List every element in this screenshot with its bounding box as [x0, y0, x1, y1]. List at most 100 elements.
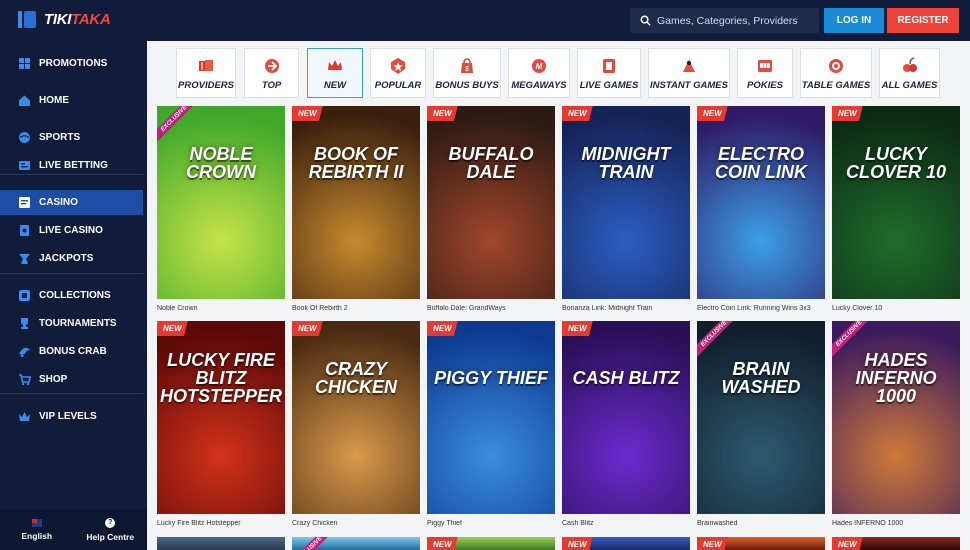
game-card[interactable]: BUFFALO DALE NEW Buffalo Dale: GrandWays [427, 106, 555, 312]
game-name[interactable]: Lucky Fire Blitz Hotstepper [157, 520, 285, 527]
game-name[interactable]: Electro Coin Link: Running Wins 3x3 [697, 305, 825, 312]
game-name[interactable]: Cash Blitz [562, 520, 690, 527]
tab-all-games[interactable]: ALL GAMES [879, 48, 940, 98]
game-art-title: NOBLE CROWN [186, 143, 256, 182]
sidebar-item-home[interactable]: HOME [0, 88, 143, 113]
tab-bonus-buys[interactable]: $ BONUS BUYS [433, 48, 501, 98]
game-thumbnail[interactable]: HADES INFERNO 1000 EXCLUSIVE [832, 321, 960, 514]
game-thumbnail[interactable]: CRAZY CHICKEN NEW [292, 321, 420, 514]
language-selector[interactable]: English [0, 509, 74, 550]
sidebar-item-jackpots[interactable]: JACKPOTS [0, 246, 143, 271]
sidebar-item-vip-levels[interactable]: VIP LEVELS [0, 404, 143, 429]
game-thumbnail[interactable]: BRAIN WASHED EXCLUSIVE [697, 321, 825, 514]
sidebar-item-bonus-crab[interactable]: BONUS CRAB [0, 339, 143, 364]
tab-pokies[interactable]: POKIES [737, 48, 793, 98]
game-thumbnail[interactable]: LUCKY FIRE BLITZ HOTSTEPPER NEW [157, 321, 285, 514]
sidebar-item-label: COLLECTIONS [39, 290, 111, 301]
tab-providers[interactable]: PROVIDERS [176, 48, 236, 98]
game-artwork [157, 537, 285, 550]
game-name[interactable]: Buffalo Dale: GrandWays [427, 305, 555, 312]
sidebar-item-promotions[interactable]: PROMOTIONS [0, 51, 143, 76]
game-thumbnail[interactable]: NOBLE CROWN EXCLUSIVE [157, 106, 285, 299]
sidebar-item-collections[interactable]: COLLECTIONS [0, 283, 143, 308]
help-centre-link[interactable]: ? Help Centre [74, 509, 148, 550]
sidebar-footer: English ? Help Centre [0, 509, 147, 550]
language-label: English [21, 530, 53, 541]
tab-label: TOP [261, 80, 282, 91]
sidebar-item-label: PROMOTIONS [39, 58, 108, 69]
game-name[interactable]: Lucky Clover 10 [832, 305, 960, 312]
game-artwork [562, 106, 690, 299]
shop-icon [19, 374, 31, 386]
sidebar-item-tournaments[interactable]: TOURNAMENTS [0, 311, 143, 336]
game-name[interactable]: Bonanza Link: Midnight Train [562, 305, 690, 312]
search-box[interactable] [630, 8, 819, 33]
australia-flag-icon [31, 518, 42, 527]
game-card-partial[interactable]: NEW [697, 537, 825, 550]
game-card[interactable]: LUCKY FIRE BLITZ HOTSTEPPER NEW Lucky Fi… [157, 321, 285, 527]
game-thumbnail[interactable]: LUCKY CLOVER 10 NEW [832, 106, 960, 299]
game-card[interactable]: NOBLE CROWN EXCLUSIVE Noble Crown [157, 106, 285, 312]
game-card-partial[interactable]: NEW [427, 537, 555, 550]
sidebar-item-live-casino[interactable]: LIVE CASINO [0, 218, 143, 243]
game-badge: NEW [427, 321, 458, 336]
game-name[interactable]: Book Of Rebirth 2 [292, 305, 420, 312]
game-name[interactable]: Crazy Chicken [292, 520, 420, 527]
game-art-title: MIDNIGHT TRAIN [581, 143, 671, 182]
game-card[interactable]: LUCKY CLOVER 10 NEW Lucky Clover 10 [832, 106, 960, 312]
help-label: Help Centre [86, 531, 135, 542]
tab-top[interactable]: TOP [244, 48, 299, 98]
brand-logo[interactable]: TIKITAKA [18, 11, 111, 28]
sidebar-item-shop[interactable]: SHOP [0, 367, 143, 392]
game-card[interactable]: CASH BLITZ NEW Cash Blitz [562, 321, 690, 527]
game-card[interactable]: BRAIN WASHED EXCLUSIVE Brainwashed [697, 321, 825, 527]
brand-name: TIKITAKA [44, 11, 111, 28]
game-thumbnail[interactable]: PIGGY THIEF NEW [427, 321, 555, 514]
tab-new[interactable]: NEW [307, 48, 363, 98]
game-card[interactable]: HADES INFERNO 1000 EXCLUSIVE Hades INFER… [832, 321, 960, 527]
login-button[interactable]: LOG IN [824, 8, 884, 33]
game-card-partial[interactable] [157, 537, 285, 550]
game-name[interactable]: Brainwashed [697, 520, 825, 527]
game-badge: NEW [562, 321, 593, 336]
game-name[interactable]: Noble Crown [157, 305, 285, 312]
game-card-partial[interactable]: NEW [832, 537, 960, 550]
game-name[interactable]: Hades INFERNO 1000 [832, 520, 960, 527]
megaways-icon: M [532, 59, 546, 73]
game-artwork [292, 321, 420, 514]
game-art-title: LUCKY FIRE BLITZ HOTSTEPPER [160, 349, 283, 406]
sidebar-item-label: LIVE BETTING [39, 160, 108, 171]
sidebar-item-casino[interactable]: CASINO [0, 190, 143, 215]
tab-label: TABLE GAMES [801, 80, 871, 91]
search-input[interactable] [657, 14, 817, 27]
game-badge: NEW [427, 106, 458, 121]
game-thumbnail[interactable]: MIDNIGHT TRAIN NEW [562, 106, 690, 299]
game-card-partial[interactable]: EXCLUSIVE [292, 537, 420, 550]
game-thumbnail[interactable]: ELECTRO COIN LINK NEW [697, 106, 825, 299]
game-art-title: PIGGY THIEF [434, 367, 548, 388]
game-thumbnail[interactable]: BUFFALO DALE NEW [427, 106, 555, 299]
game-badge: NEW [292, 321, 323, 336]
game-card[interactable]: ELECTRO COIN LINK NEW Electro Coin Link:… [697, 106, 825, 312]
game-badge: NEW [157, 321, 188, 336]
game-artwork [562, 321, 690, 514]
game-art-title: CRAZY CHICKEN [314, 358, 397, 397]
game-card[interactable]: MIDNIGHT TRAIN NEW Bonanza Link: Midnigh… [562, 106, 690, 312]
game-thumbnail[interactable]: BOOK OF REBIRTH II NEW [292, 106, 420, 299]
tab-table-games[interactable]: TABLE GAMES [800, 48, 872, 98]
tab-popular[interactable]: POPULAR [370, 48, 426, 98]
register-button[interactable]: REGISTER [887, 8, 959, 33]
game-card[interactable]: PIGGY THIEF NEW Piggy Thief [427, 321, 555, 527]
game-name[interactable]: Piggy Thief [427, 520, 555, 527]
search-icon [640, 15, 651, 26]
live-casino-icon [20, 225, 29, 236]
tab-megaways[interactable]: M MEGAWAYS [508, 48, 570, 98]
sidebar-item-sports[interactable]: SPORTS [0, 125, 143, 150]
game-card[interactable]: BOOK OF REBIRTH II NEW Book Of Rebirth 2 [292, 106, 420, 312]
game-card-partial[interactable]: NEW [562, 537, 690, 550]
game-thumbnail[interactable]: CASH BLITZ NEW [562, 321, 690, 514]
game-card[interactable]: CRAZY CHICKEN NEW Crazy Chicken [292, 321, 420, 527]
tab-live-games[interactable]: LIVE GAMES [577, 48, 641, 98]
tab-instant-games[interactable]: INSTANT GAMES [648, 48, 730, 98]
game-artwork [427, 321, 555, 514]
